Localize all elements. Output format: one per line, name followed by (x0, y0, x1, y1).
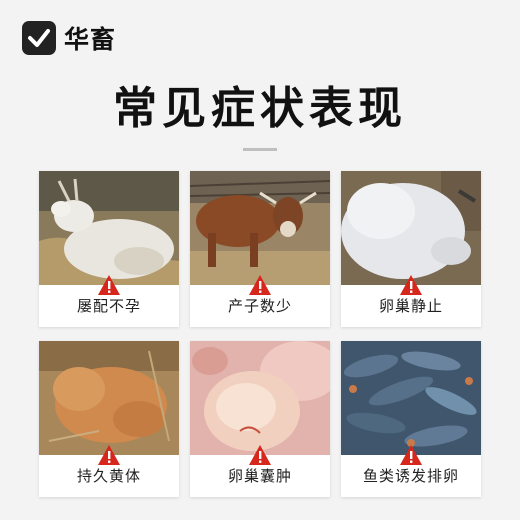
symptom-label: 卵巢静止 (378, 297, 443, 315)
symptom-label: 屡配不孕 (76, 297, 141, 315)
white-goat-lying-photo (341, 171, 481, 285)
warning-icon (249, 445, 271, 465)
brand-logo: 华畜 (22, 20, 116, 56)
symptom-label: 卵巢囊肿 (227, 467, 292, 485)
symptom-card: 鱼类诱发排卵 (341, 341, 481, 497)
warning-icon (249, 275, 271, 295)
symptom-card: 屡配不孕 (39, 171, 179, 327)
page-title: 常见症状表现 (113, 83, 407, 134)
symptom-card: 卵巢囊肿 (190, 341, 330, 497)
checkmark-logo-icon (22, 21, 56, 55)
symptom-label: 产子数少 (227, 297, 292, 315)
warning-icon (98, 445, 120, 465)
symptom-card: 卵巢静止 (341, 171, 481, 327)
warning-icon (400, 275, 422, 295)
brand-name: 华畜 (64, 25, 117, 54)
symptom-label: 持久黄体 (76, 467, 141, 485)
fish-in-water-photo (341, 341, 481, 455)
goat-lying-on-straw-photo (39, 171, 179, 285)
symptom-card: 持久黄体 (39, 341, 179, 497)
symptom-label: 鱼类诱发排卵 (362, 467, 459, 485)
ovarian-cyst-tissue-photo (190, 341, 330, 455)
brown-cow-in-pen-photo (190, 171, 330, 285)
warning-icon (98, 275, 120, 295)
symptom-card: 产子数少 (190, 171, 330, 327)
warning-icon (400, 445, 422, 465)
calf-lying-on-straw-photo (39, 341, 179, 455)
title-divider (243, 148, 277, 151)
